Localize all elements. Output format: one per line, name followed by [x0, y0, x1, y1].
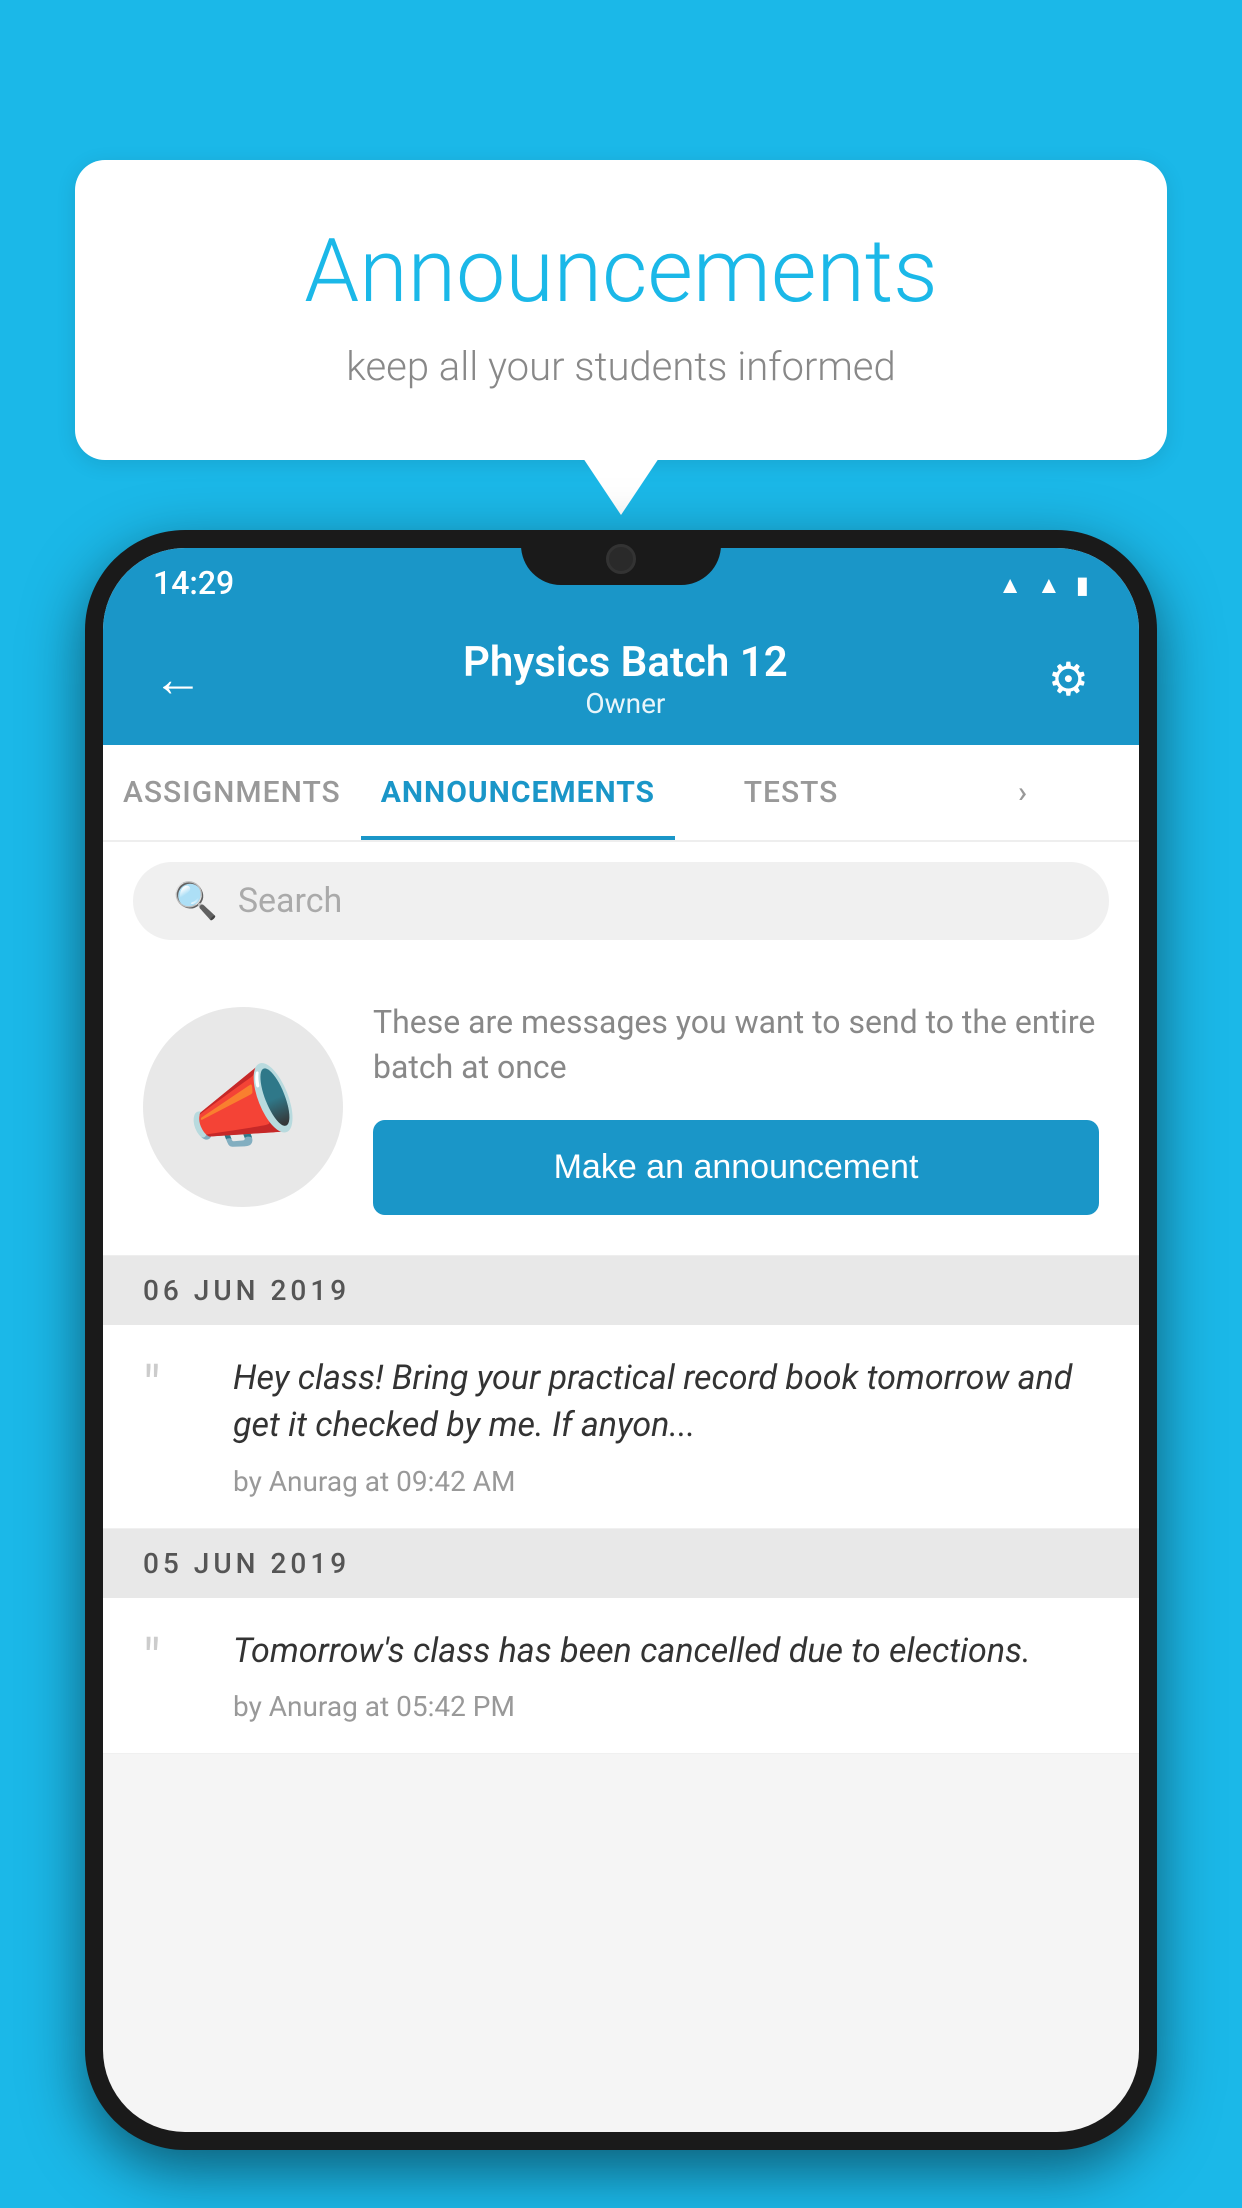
batch-subtitle: Owner [463, 687, 788, 720]
phone-screen: 14:29 ← Physics Batch 12 Owner ⚙ [103, 548, 1139, 2132]
megaphone-circle: 📣 [143, 1007, 343, 1207]
quote-icon-1: " [143, 1355, 203, 1415]
search-bar[interactable]: 🔍 Search [133, 862, 1109, 940]
bubble-subtitle: keep all your students informed [155, 343, 1087, 390]
search-icon: 🔍 [173, 880, 218, 922]
front-camera [606, 544, 636, 574]
announcement-text-2: Tomorrow's class has been cancelled due … [233, 1628, 1099, 1676]
announcement-content-1: Hey class! Bring your practical record b… [233, 1355, 1099, 1498]
tab-more[interactable]: › [907, 745, 1139, 840]
search-placeholder: Search [238, 881, 342, 921]
tabs-container: ASSIGNMENTS ANNOUNCEMENTS TESTS › [103, 745, 1139, 842]
phone-container: 14:29 ← Physics Batch 12 Owner ⚙ [85, 530, 1157, 2208]
search-container: 🔍 Search [103, 842, 1139, 960]
wifi-icon [998, 567, 1022, 600]
quote-icon-2: " [143, 1628, 203, 1688]
signal-icon [1037, 567, 1061, 600]
app-header: ← Physics Batch 12 Owner ⚙ [103, 618, 1139, 745]
announcement-right: These are messages you want to send to t… [373, 1000, 1099, 1215]
announcement-text-1: Hey class! Bring your practical record b… [233, 1355, 1099, 1450]
announcement-item-2[interactable]: " Tomorrow's class has been cancelled du… [103, 1598, 1139, 1755]
status-icons [998, 567, 1089, 600]
tab-tests[interactable]: TESTS [675, 745, 907, 840]
announcement-meta-1: by Anurag at 09:42 AM [233, 1465, 1099, 1498]
date-divider-1: 06 JUN 2019 [103, 1256, 1139, 1325]
phone-notch [521, 530, 721, 585]
speech-bubble-section: Announcements keep all your students inf… [75, 160, 1167, 460]
header-title-section: Physics Batch 12 Owner [463, 638, 788, 720]
back-button[interactable]: ← [153, 650, 203, 709]
date-text-2: 05 JUN 2019 [143, 1547, 350, 1580]
announcement-description: These are messages you want to send to t… [373, 1000, 1099, 1090]
batch-title: Physics Batch 12 [463, 638, 788, 687]
announcement-content-2: Tomorrow's class has been cancelled due … [233, 1628, 1099, 1724]
date-text-1: 06 JUN 2019 [143, 1274, 350, 1307]
tab-announcements[interactable]: ANNOUNCEMENTS [361, 745, 675, 840]
speech-bubble-card: Announcements keep all your students inf… [75, 160, 1167, 460]
settings-button[interactable]: ⚙ [1048, 652, 1089, 707]
announcement-prompt: 📣 These are messages you want to send to… [103, 960, 1139, 1256]
battery-icon [1076, 567, 1089, 600]
make-announcement-button[interactable]: Make an announcement [373, 1120, 1099, 1215]
tab-assignments[interactable]: ASSIGNMENTS [103, 745, 361, 840]
phone-frame: 14:29 ← Physics Batch 12 Owner ⚙ [85, 530, 1157, 2150]
announcement-item-1[interactable]: " Hey class! Bring your practical record… [103, 1325, 1139, 1529]
bubble-title: Announcements [155, 220, 1087, 323]
date-divider-2: 05 JUN 2019 [103, 1529, 1139, 1598]
megaphone-icon: 📣 [187, 1055, 299, 1160]
status-time: 14:29 [153, 564, 234, 602]
announcement-meta-2: by Anurag at 05:42 PM [233, 1690, 1099, 1723]
